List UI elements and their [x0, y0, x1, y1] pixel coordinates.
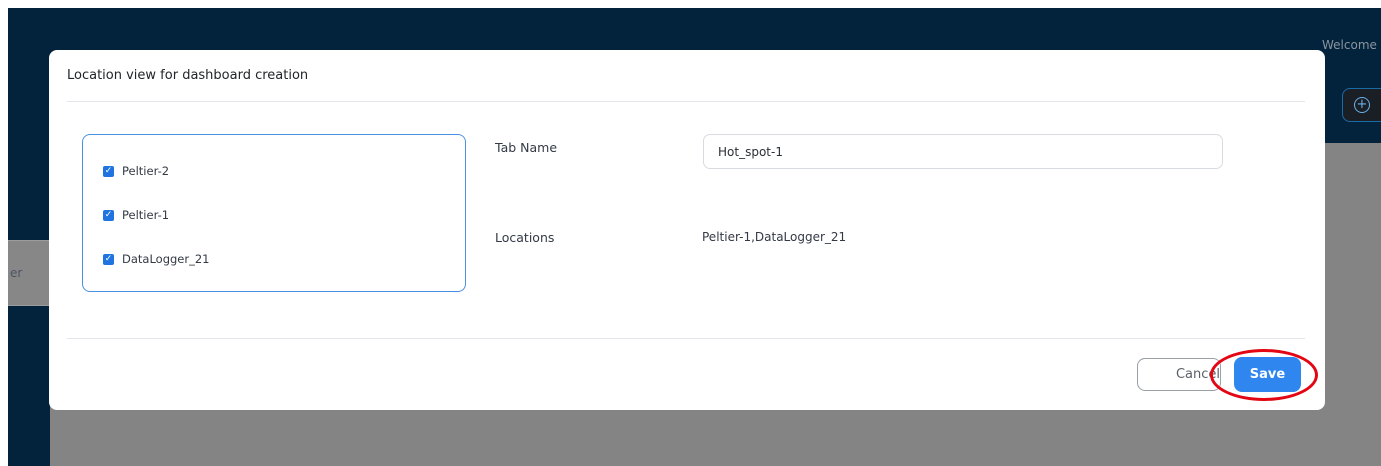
list-item-label: Peltier-1 [122, 208, 170, 222]
tab-name-label: Tab Name [495, 140, 558, 155]
tab-name-input[interactable] [703, 134, 1223, 169]
locations-value: Peltier-1,DataLogger_21 [702, 230, 847, 244]
list-item[interactable]: ✓ Peltier-1 [103, 208, 169, 222]
welcome-text: Welcome [1322, 38, 1377, 52]
checkbox-checked-icon[interactable]: ✓ [103, 253, 114, 265]
locations-list: ✓ Peltier-2 ✓ Peltier-1 ✓ DataLogger_21 [82, 134, 466, 292]
sidebar-tab-label: er [10, 266, 23, 280]
add-button[interactable]: + [1342, 88, 1381, 122]
dashboard-creation-modal: Location view for dashboard creation ✓ P… [49, 50, 1325, 410]
cancel-button[interactable]: Cancel [1137, 358, 1221, 391]
list-item-label: Peltier-2 [122, 164, 170, 178]
list-item[interactable]: ✓ DataLogger_21 [103, 252, 210, 266]
divider [67, 338, 1305, 339]
checkbox-checked-icon[interactable]: ✓ [103, 165, 114, 177]
locations-label: Locations [495, 230, 555, 245]
list-item[interactable]: ✓ Peltier-2 [103, 164, 169, 178]
plus-circle-icon: + [1354, 97, 1370, 113]
checkbox-checked-icon[interactable]: ✓ [103, 209, 114, 221]
modal-title: Location view for dashboard creation [67, 68, 309, 83]
sidebar-tab[interactable]: er [8, 240, 50, 306]
app-sidebar [8, 8, 50, 466]
list-item-label: DataLogger_21 [122, 252, 210, 266]
divider [67, 101, 1305, 102]
save-button[interactable]: Save [1234, 357, 1301, 392]
